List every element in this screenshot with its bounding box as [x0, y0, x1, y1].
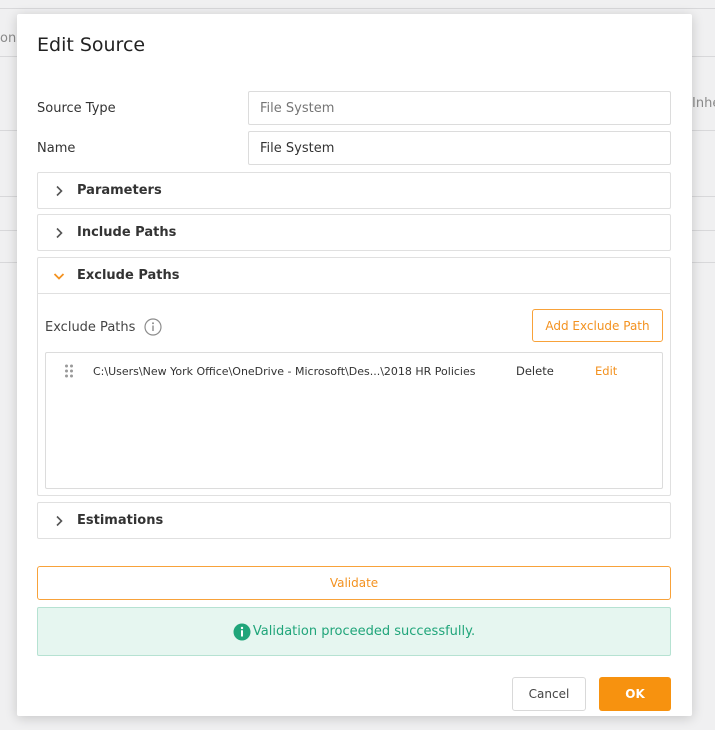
parameters-section-header[interactable]: Parameters	[38, 173, 670, 208]
include-paths-section-header[interactable]: Include Paths	[38, 215, 670, 250]
background-divider	[0, 8, 715, 9]
source-type-input	[248, 91, 671, 125]
validation-message-text: Validation proceeded successfully.	[252, 624, 476, 639]
parameters-section-title: Parameters	[77, 183, 162, 198]
parameters-section: Parameters	[37, 172, 671, 209]
validation-success-message: Validation proceeded successfully.	[37, 607, 671, 656]
edit-source-dialog: Edit Source Source Type Name Parameters …	[17, 14, 692, 716]
source-type-label: Source Type	[37, 101, 116, 116]
success-info-icon	[233, 623, 251, 641]
exclude-paths-body: Exclude Paths Add Exclude Path C:\Users\…	[38, 293, 670, 495]
chevron-right-icon	[53, 185, 65, 197]
name-input[interactable]	[248, 131, 671, 165]
include-paths-section: Include Paths	[37, 214, 671, 251]
estimations-section-header[interactable]: Estimations	[38, 503, 670, 538]
drag-handle-icon[interactable]	[64, 364, 74, 381]
ok-button[interactable]: OK	[599, 677, 671, 711]
edit-path-link[interactable]: Edit	[595, 364, 617, 378]
exclude-paths-section: Exclude Paths Exclude Paths Add Exclude …	[37, 257, 671, 496]
estimations-section-title: Estimations	[77, 513, 164, 528]
dialog-title: Edit Source	[37, 34, 146, 56]
exclude-paths-section-header[interactable]: Exclude Paths	[38, 258, 670, 293]
validate-button[interactable]: Validate	[37, 566, 671, 600]
exclude-path-text: C:\Users\New York Office\OneDrive - Micr…	[93, 364, 476, 378]
exclude-paths-field-label: Exclude Paths	[45, 318, 162, 336]
background-column-fragment: Inhe	[692, 96, 715, 111]
chevron-down-icon	[53, 270, 65, 282]
name-label: Name	[37, 141, 76, 156]
exclude-paths-list: C:\Users\New York Office\OneDrive - Micr…	[45, 352, 663, 489]
delete-path-link[interactable]: Delete	[516, 364, 554, 378]
cancel-button[interactable]: Cancel	[512, 677, 586, 711]
info-icon[interactable]	[144, 318, 162, 336]
include-paths-section-title: Include Paths	[77, 225, 177, 240]
chevron-right-icon	[53, 227, 65, 239]
add-exclude-path-button[interactable]: Add Exclude Path	[532, 309, 663, 342]
exclude-paths-section-title: Exclude Paths	[77, 268, 180, 283]
estimations-section: Estimations	[37, 502, 671, 539]
exclude-paths-label-text: Exclude Paths	[45, 319, 136, 335]
chevron-right-icon	[53, 515, 65, 527]
list-item: C:\Users\New York Office\OneDrive - Micr…	[46, 361, 662, 381]
